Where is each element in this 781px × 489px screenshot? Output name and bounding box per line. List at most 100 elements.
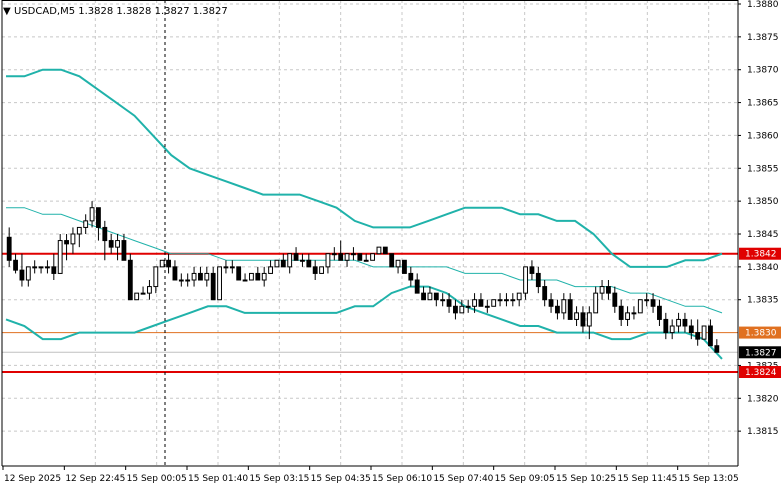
candle-body [344, 253, 350, 261]
candle-body [32, 266, 38, 269]
candle [357, 253, 363, 261]
candle [580, 306, 586, 333]
candle [191, 266, 197, 287]
candle [644, 293, 650, 307]
candle [70, 227, 76, 254]
candle-body [357, 253, 363, 261]
candle [13, 253, 18, 274]
candle [198, 266, 203, 281]
candle [325, 253, 331, 274]
price-axis[interactable]: 1.3880 1.3875 1.3870 1.3865 1.3860 1.3855 1.38… [738, 0, 781, 437]
candle [682, 312, 688, 333]
candle-body [255, 272, 261, 281]
candle [440, 293, 446, 307]
candle [637, 299, 643, 314]
candle-body [376, 246, 382, 255]
candle-body [529, 266, 535, 274]
candle [268, 260, 273, 274]
time-tick-label: 15 Sep 09:05 [495, 474, 555, 484]
candle [178, 273, 184, 287]
candle [382, 246, 388, 255]
candle-body [453, 305, 458, 314]
candle-body [593, 292, 599, 314]
candle [96, 207, 101, 241]
candle-body [153, 266, 159, 288]
candle-body [676, 318, 681, 327]
candle-body [612, 292, 618, 307]
candle [714, 339, 720, 353]
candle-body [210, 272, 216, 301]
time-tick-label: 15 Sep 13:05 [679, 474, 739, 484]
price-tick-label: 1.3860 [747, 131, 779, 141]
candle [586, 306, 592, 340]
candle-body [504, 299, 509, 302]
time-tick-label: 15 Sep 01:40 [188, 474, 248, 484]
candle-body [96, 207, 101, 228]
candle [548, 293, 554, 313]
candle-body [51, 266, 57, 274]
symbol-dropdown-icon[interactable]: ▼ [3, 6, 11, 17]
candle-body [236, 266, 242, 281]
price-tick-label: 1.3815 [747, 427, 779, 437]
candle-body [319, 266, 324, 274]
candle [663, 312, 669, 340]
candle [57, 234, 63, 274]
candle [306, 253, 312, 268]
candle-body [644, 299, 650, 302]
candle [38, 266, 44, 274]
candle-body [567, 299, 573, 320]
candle [555, 299, 560, 320]
candle-body [300, 259, 305, 262]
price-tick-label: 1.3820 [747, 394, 779, 404]
candle-body [13, 259, 18, 271]
price-chart[interactable]: 1.3880 1.3875 1.3870 1.3865 1.3860 1.3855 1.38… [0, 0, 781, 489]
candle [421, 286, 426, 301]
time-tick-label: 15 Sep 11:45 [617, 474, 677, 484]
candle [217, 266, 222, 301]
candle-body [478, 299, 484, 307]
candle [261, 266, 267, 287]
candle [134, 292, 140, 301]
candle [204, 266, 210, 287]
candle [657, 299, 662, 326]
candle-body [606, 286, 611, 294]
bollinger-bands [5, 68, 723, 360]
candle [351, 247, 356, 261]
candle-body [484, 305, 490, 308]
candle [140, 286, 146, 295]
candle [210, 266, 216, 301]
candle [159, 259, 165, 268]
candle-body [708, 325, 713, 347]
candle-body [331, 253, 337, 256]
candle [542, 280, 548, 307]
candle [64, 234, 69, 261]
candle [236, 266, 242, 281]
candle-body [76, 226, 82, 235]
candle-body [217, 266, 222, 301]
candle-body [159, 259, 165, 268]
candle-body [191, 272, 197, 281]
candle [223, 260, 229, 274]
candle [708, 319, 713, 347]
candle [574, 306, 579, 326]
candle-body [695, 332, 701, 340]
candle [185, 273, 191, 287]
candle [127, 253, 133, 301]
candle [676, 312, 681, 333]
level-label-resistance: 1.3842 [745, 250, 777, 260]
candle-body [338, 253, 344, 261]
candle-body [64, 240, 69, 245]
candle [319, 266, 324, 274]
candle-body [147, 286, 152, 294]
candle [280, 253, 286, 268]
candle [363, 253, 369, 262]
candle-body [446, 299, 452, 307]
candle-body [121, 240, 127, 261]
candle-body [580, 312, 586, 327]
candle-body [382, 246, 388, 255]
candle [242, 273, 248, 282]
candle-body [650, 299, 656, 307]
time-axis[interactable]: 12 Sep 2025 12 Sep 22:45 15 Sep 00:05 15 Se… [2, 466, 739, 484]
price-tick-label: 1.3865 [747, 99, 779, 109]
time-tick-label: 12 Sep 22:45 [65, 474, 125, 484]
